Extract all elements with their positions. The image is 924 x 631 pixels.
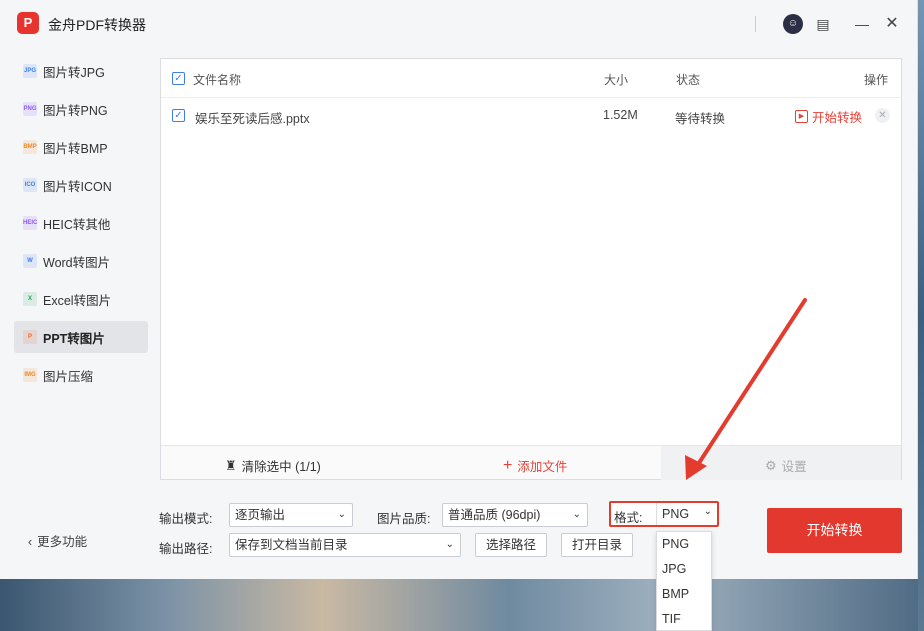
annotation-arrow (685, 298, 807, 480)
